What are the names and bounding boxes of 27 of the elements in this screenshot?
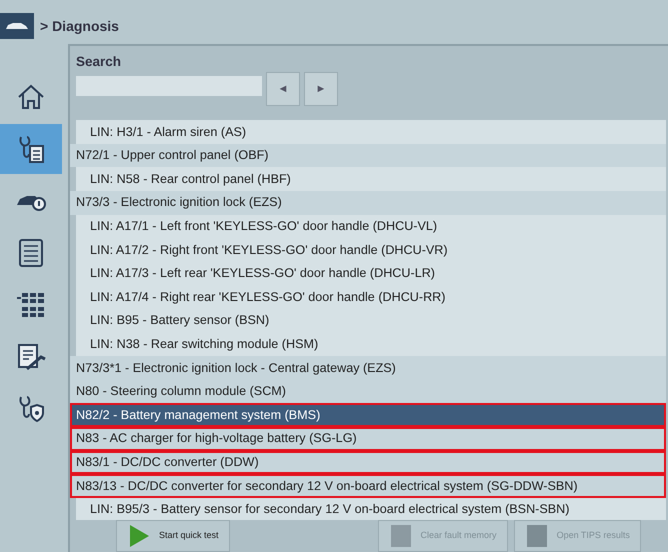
module-row[interactable]: N83/1 - DC/DC converter (DDW) (70, 450, 666, 474)
document-wrench-icon (15, 341, 47, 373)
module-row[interactable]: N72/1 - Upper control panel (OBF) (70, 144, 666, 168)
module-row[interactable]: LIN: A17/3 - Left rear 'KEYLESS-GO' door handle (DHCU-LR) (76, 262, 666, 286)
module-row[interactable]: N83 - AC charger for high-voltage battery (SG-LG) (70, 426, 666, 451)
module-row[interactable]: N73/3*1 - Electronic ignition lock - Central gateway (EZS) (70, 356, 666, 380)
module-row[interactable]: LIN: A17/2 - Right front 'KEYLESS-GO' door handle (DHCU-VR) (76, 238, 666, 262)
car-logo-icon (0, 13, 34, 39)
next-button[interactable]: ► (304, 72, 338, 106)
breadcrumb: > Diagnosis (40, 16, 119, 36)
module-row[interactable]: LIN: B95/3 - Battery sensor for secondary 12 V on-board electrical system (BSN-SBN) (76, 498, 666, 520)
search-field[interactable] (76, 76, 262, 96)
module-row[interactable]: N82/2 - Battery management system (BMS) (70, 403, 666, 427)
module-row[interactable]: LIN: H3/1 - Alarm siren (AS) (76, 120, 666, 144)
sidebar-button[interactable] (0, 124, 62, 174)
search-label: Search (76, 53, 122, 71)
module-row[interactable]: LIN: B95 - Battery sensor (BSN) (76, 309, 666, 333)
module-row[interactable]: N80 - Steering column module (SCM) (70, 380, 666, 404)
module-row[interactable]: LIN: N58 - Rear control panel (HBF) (76, 167, 666, 192)
module-row[interactable]: LIN: A17/4 - Right rear 'KEYLESS-GO' door handle (DHCU-RR) (76, 285, 666, 309)
module-row[interactable]: N83/13 - DC/DC converter for secondary 12 V on-board electrical system (SG-DDW-SBN) (70, 474, 666, 498)
module-row[interactable]: LIN: N38 - Rear switching module (HSM) (76, 332, 666, 356)
play-icon (127, 523, 151, 549)
toolbar-button[interactable]: Start quick test (116, 520, 230, 552)
module-row[interactable]: LIN: A17/1 - Left front 'KEYLESS-GO' door handle (DHCU-VL) (76, 214, 666, 238)
module-row[interactable]: N73/3 - Electronic ignition lock (EZS) (70, 191, 666, 215)
previous-button[interactable]: ◄ (266, 72, 300, 106)
